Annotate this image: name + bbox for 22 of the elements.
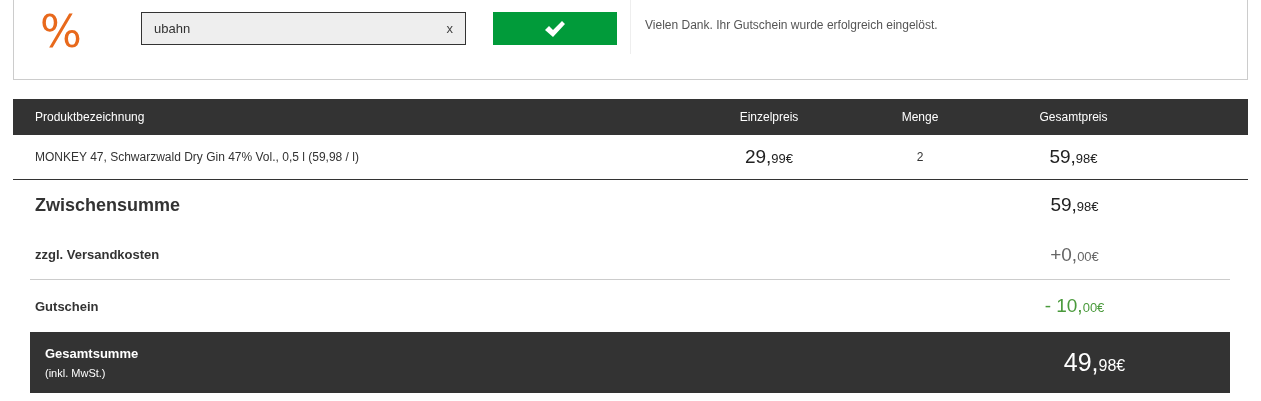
percent-icon: %	[40, 10, 80, 54]
quantity: 2	[915, 150, 925, 164]
column-header: Menge	[900, 110, 940, 124]
column-header: Gesamtpreis	[1038, 110, 1109, 124]
redeem-button[interactable]	[493, 12, 617, 45]
total-label: Gesamtsumme	[45, 346, 140, 361]
tax-note: (inkl. MwSt.)	[45, 367, 107, 379]
summary-label: Zwischensumme	[34, 194, 182, 216]
price: 59,98€	[1050, 197, 1099, 214]
voucher-input-field[interactable]: ubahn x	[141, 12, 466, 45]
price: 29,99€	[744, 149, 794, 166]
product-name: MONKEY 47, Schwarzwald Dry Gin 47% Vol., 0,5 l (59,98 / l)	[34, 150, 360, 164]
column-header: Produktbezeichnung	[34, 110, 146, 124]
checkmark-icon	[544, 19, 566, 38]
summary-label: Gutschein	[34, 298, 100, 314]
price: - 10,00€	[1044, 298, 1105, 315]
column-header: Einzelpreis	[738, 110, 800, 124]
price: +0,00€	[1050, 246, 1099, 264]
summary-label: zzgl. Versandkosten	[34, 247, 161, 262]
clear-button[interactable]: x	[446, 21, 453, 36]
price: 59,98€	[1049, 149, 1098, 166]
success-message: Vielen Dank. Ihr Gutschein wurde erfolgreich eingelöst.	[645, 18, 938, 32]
